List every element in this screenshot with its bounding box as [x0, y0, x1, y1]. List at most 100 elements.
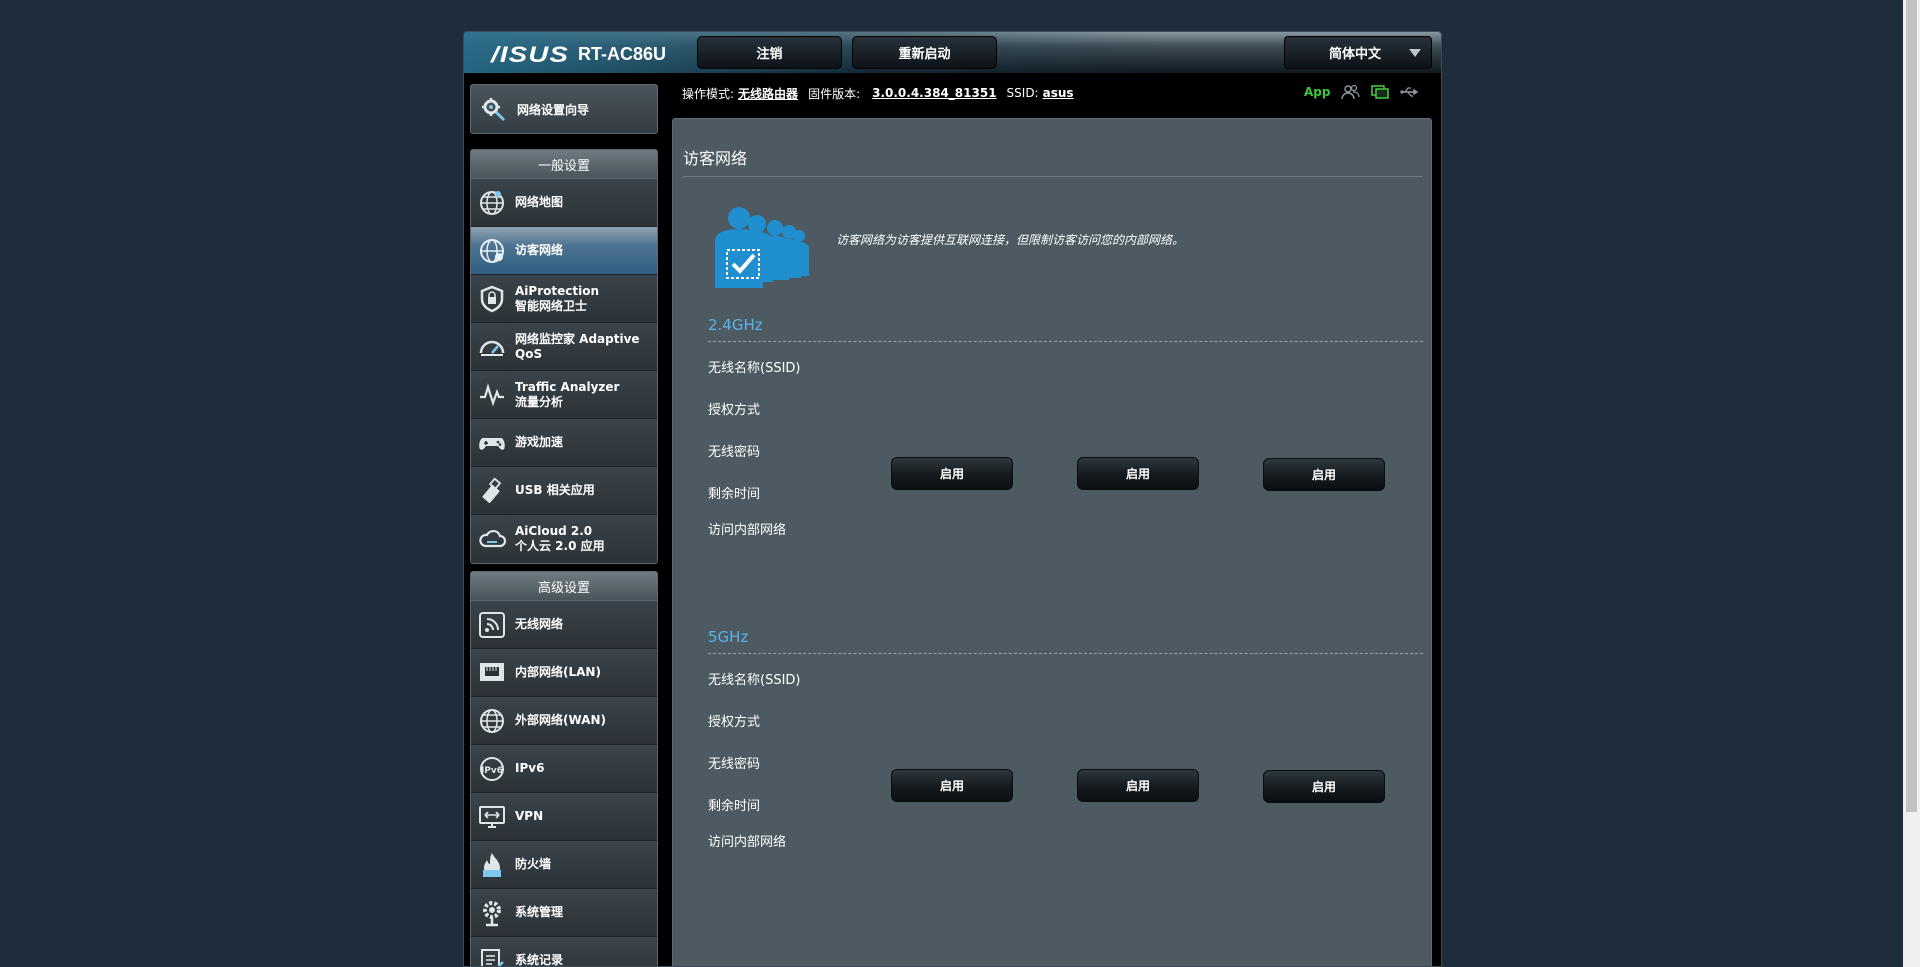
- router-admin-frame: /ISUS RT-AC86U 注销 重新启动 简体中文 网络设置向导 一般设置: [463, 31, 1442, 967]
- field-label-ssid: 无线名称(SSID): [708, 673, 801, 688]
- language-select[interactable]: 简体中文: [1284, 36, 1432, 69]
- sidebar-item-sublabel: 流量分析: [515, 394, 564, 409]
- operation-mode-link[interactable]: 无线路由器: [738, 85, 798, 102]
- model-name: RT-AC86U: [578, 44, 667, 64]
- gauge-icon: [479, 340, 505, 356]
- enable-button-5ghz-2[interactable]: 启用: [1077, 769, 1199, 802]
- sidebar-item-label: 系统管理: [515, 905, 564, 919]
- admin-gear-icon: [483, 900, 501, 926]
- app-link[interactable]: App: [1304, 85, 1330, 99]
- sidebar-item-label: 内部网络(LAN): [515, 665, 601, 679]
- band-divider: [708, 341, 1423, 342]
- usb-icon[interactable]: [1400, 84, 1420, 100]
- page-scrollbar-thumb[interactable]: [1906, 0, 1917, 812]
- general-settings-menu: 一般设置 网络地图 访客网络 AiProtection 智能网络卫士 网络监控家…: [470, 149, 658, 564]
- field-label-remaining-time: 剩余时间: [708, 487, 761, 502]
- chevron-down-icon: [1409, 49, 1421, 57]
- title-divider: [683, 176, 1423, 177]
- usb-app-icon: [482, 477, 502, 503]
- wan-globe-icon: [480, 708, 504, 733]
- sidebar-item-label: VPN: [515, 809, 544, 823]
- main-content-panel: 访客网络 访客网络为访客提供互联网连接，但限制访客访问您的内部网络。 2.4GH…: [672, 118, 1432, 966]
- sidebar-item-adaptive-qos[interactable]: 网络监控家 Adaptive QoS: [471, 323, 657, 371]
- vpn-icon: [479, 805, 505, 828]
- sidebar-item-label: 访客网络: [515, 243, 564, 257]
- traffic-icon: [480, 382, 504, 406]
- status-icons: App: [1304, 84, 1420, 100]
- sidebar-item-label: AiCloud 2.0: [515, 524, 593, 538]
- firmware-version-link[interactable]: 3.0.0.4.384_81351: [872, 86, 996, 100]
- firmware-label: 固件版本:: [808, 86, 861, 101]
- guest-network-icon: [480, 238, 504, 263]
- enable-button-5ghz-3[interactable]: 启用: [1263, 770, 1385, 803]
- guest-network-illustration-icon: [715, 207, 809, 288]
- sidebar-item-administration[interactable]: 系统管理: [471, 889, 657, 937]
- shield-icon: [480, 285, 504, 312]
- sidebar-item-label: 网络地图: [515, 195, 564, 209]
- network-status-icon[interactable]: [1370, 84, 1390, 100]
- logout-button[interactable]: 注销: [697, 36, 842, 69]
- operation-mode-label: 操作模式:: [682, 86, 735, 101]
- reboot-button[interactable]: 重新启动: [852, 36, 997, 69]
- sidebar-item-sublabel: QoS: [515, 346, 543, 361]
- advanced-settings-menu: 高级设置 无线网络 内部网络(LAN) 外部网络(WAN) IPv6 IPv6 …: [470, 571, 658, 967]
- ssid-label: SSID:: [1006, 86, 1039, 100]
- sidebar-item-network-map[interactable]: 网络地图: [471, 179, 657, 227]
- sidebar-item-label: AiProtection: [515, 283, 599, 298]
- language-value: 简体中文: [1329, 47, 1382, 62]
- sidebar-item-lan[interactable]: 内部网络(LAN): [471, 649, 657, 697]
- advanced-settings-heading: 高级设置: [471, 572, 657, 601]
- svg-text:IPv6: IPv6: [481, 766, 503, 776]
- sidebar-item-game-boost[interactable]: 游戏加速: [471, 419, 657, 467]
- sidebar-item-ipv6[interactable]: IPv6 IPv6: [471, 745, 657, 793]
- field-label-ssid: 无线名称(SSID): [708, 361, 801, 376]
- enable-button-5ghz-1[interactable]: 启用: [891, 769, 1013, 802]
- page-title: 访客网络: [683, 149, 748, 168]
- sidebar-item-system-log[interactable]: 系统记录: [471, 937, 657, 967]
- sidebar-item-usb-apps[interactable]: USB 相关应用: [471, 467, 657, 515]
- sidebar-item-aiprotection[interactable]: AiProtection 智能网络卫士: [471, 275, 657, 323]
- band-divider: [708, 653, 1423, 654]
- cloud-icon: [479, 529, 507, 548]
- field-label-password: 无线密码: [708, 757, 761, 772]
- network-setup-wizard-button[interactable]: 网络设置向导: [470, 84, 658, 134]
- enable-button-2.4ghz-2[interactable]: 启用: [1077, 457, 1199, 490]
- asus-logo: /ISUS: [491, 42, 570, 67]
- sidebar-item-label: USB 相关应用: [515, 483, 595, 497]
- top-banner: /ISUS RT-AC86U 注销 重新启动 简体中文: [464, 32, 1441, 73]
- sidebar-item-firewall[interactable]: 防火墙: [471, 841, 657, 889]
- page-scrollbar[interactable]: [1903, 0, 1920, 967]
- sidebar-item-vpn[interactable]: VPN: [471, 793, 657, 841]
- wizard-label: 网络设置向导: [517, 102, 590, 117]
- enable-button-2.4ghz-3[interactable]: 启用: [1263, 458, 1385, 491]
- ssid-link[interactable]: asus: [1043, 86, 1074, 100]
- sidebar-item-label: 网络监控家 Adaptive: [515, 331, 640, 346]
- sidebar-item-aicloud[interactable]: AiCloud 2.0 个人云 2.0 应用: [471, 515, 657, 563]
- log-icon: [481, 948, 504, 966]
- sidebar-item-guest-network[interactable]: 访客网络: [471, 227, 657, 275]
- field-label-auth-method: 授权方式: [708, 715, 761, 730]
- wireless-icon: [479, 611, 505, 638]
- band-title-2.4ghz: 2.4GHz: [708, 316, 763, 334]
- sidebar-item-label: 游戏加速: [515, 435, 564, 449]
- gamepad-icon: [479, 437, 505, 450]
- sidebar-item-wireless[interactable]: 无线网络: [471, 601, 657, 649]
- sidebar-item-sublabel: 个人云 2.0 应用: [515, 539, 605, 553]
- sidebar-item-label: Traffic Analyzer: [515, 379, 620, 394]
- sidebar-item-label: 防火墙: [515, 857, 552, 871]
- sidebar-item-wan[interactable]: 外部网络(WAN): [471, 697, 657, 745]
- users-icon[interactable]: [1340, 84, 1361, 100]
- sidebar-item-sublabel: 智能网络卫士: [515, 298, 588, 313]
- enable-button-2.4ghz-1[interactable]: 启用: [891, 457, 1013, 490]
- sidebar-item-traffic-analyzer[interactable]: Traffic Analyzer 流量分析: [471, 371, 657, 419]
- general-settings-heading: 一般设置: [471, 150, 657, 179]
- field-label-intranet-access: 访问内部网络: [708, 835, 787, 850]
- field-label-password: 无线密码: [708, 445, 761, 460]
- sidebar-item-label: 外部网络(WAN): [515, 713, 606, 727]
- ipv6-icon: IPv6: [480, 756, 504, 781]
- field-label-auth-method: 授权方式: [708, 403, 761, 418]
- sidebar-item-label: 系统记录: [515, 953, 564, 967]
- network-map-icon: [480, 190, 504, 215]
- field-label-remaining-time: 剩余时间: [708, 799, 761, 814]
- wizard-icon: [482, 98, 506, 122]
